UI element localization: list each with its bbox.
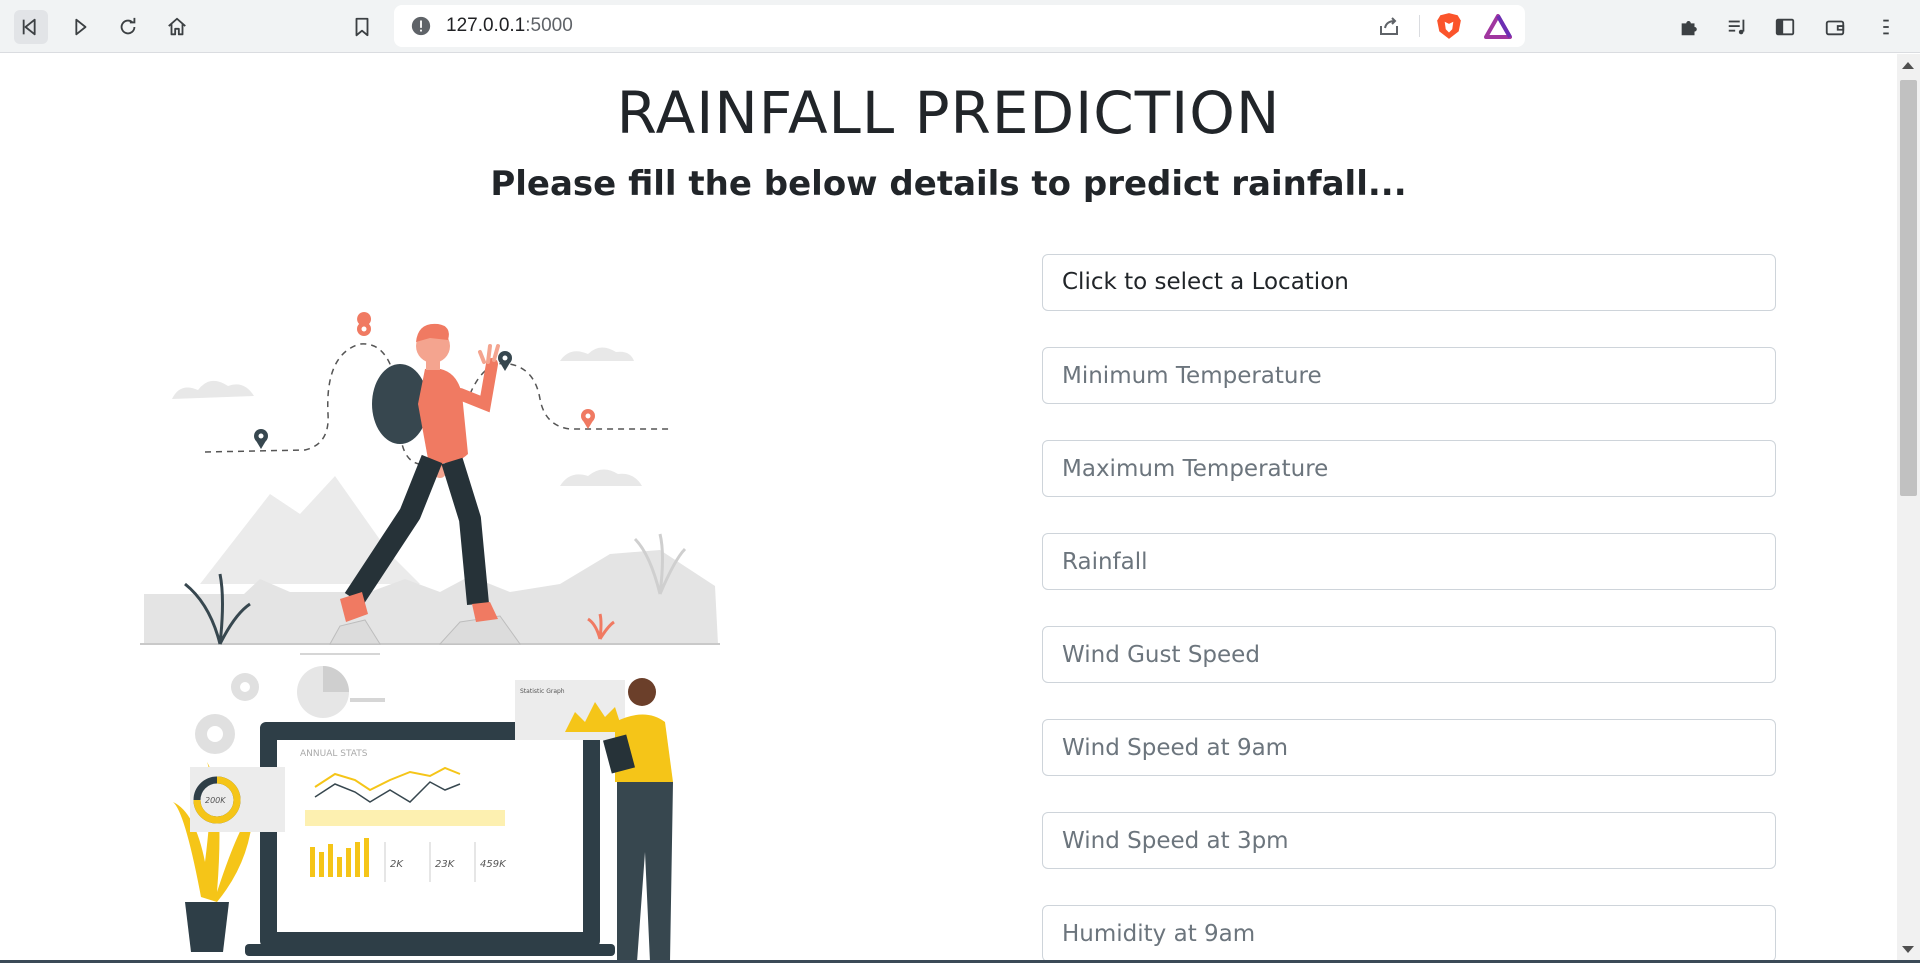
home-icon — [168, 17, 186, 36]
stat-month-value: 459K — [480, 859, 507, 870]
url-port: :5000 — [525, 15, 573, 36]
sidebar-icon — [1775, 18, 1795, 36]
stat-week-value: 23K — [435, 859, 456, 870]
annual-stats-label: ANNUAL STATS — [300, 749, 368, 759]
wallet-button[interactable] — [1818, 10, 1852, 44]
share-icon[interactable] — [1377, 14, 1401, 38]
home-button[interactable] — [160, 10, 194, 44]
forward-icon — [75, 18, 87, 36]
stat-graph-label: Statistic Graph — [520, 688, 565, 695]
page-scrollbar[interactable] — [1897, 54, 1920, 960]
browser-toolbar: 127.0.0.1:5000 — [0, 0, 1920, 53]
menu-button[interactable] — [1869, 10, 1903, 44]
media-controls-button[interactable] — [1720, 10, 1754, 44]
max-temperature-input[interactable] — [1042, 440, 1776, 497]
scrollbar-thumb[interactable] — [1900, 80, 1917, 496]
back-button[interactable] — [14, 10, 48, 44]
brave-rewards-icon[interactable] — [1484, 14, 1512, 40]
dashboard-illustration: ANNUAL STATS 2K 23K 459K 200K Statistic … — [173, 666, 673, 960]
hiker-illustration — [140, 312, 720, 655]
page-subtitle: Please fill the below details to predict… — [490, 164, 1407, 204]
bookmark-button[interactable] — [345, 10, 379, 44]
url-text[interactable]: 127.0.0.1:5000 — [446, 14, 573, 38]
location-select[interactable]: Click to select a Location — [1042, 254, 1776, 311]
address-bar[interactable]: 127.0.0.1:5000 — [394, 5, 1525, 47]
reload-icon — [120, 17, 136, 35]
reload-button[interactable] — [111, 10, 145, 44]
extensions-icon — [1681, 21, 1697, 36]
humidity-9am-input[interactable] — [1042, 905, 1776, 960]
forward-button[interactable] — [63, 10, 97, 44]
wind-speed-3pm-input[interactable] — [1042, 812, 1776, 869]
back-icon — [22, 18, 36, 36]
sidebar-button[interactable] — [1768, 10, 1802, 44]
brave-shields-icon[interactable] — [1436, 12, 1462, 40]
page-title: RAINFALL PREDICTION — [616, 79, 1281, 147]
scroll-down-arrow[interactable] — [1902, 946, 1914, 953]
wind-gust-speed-input[interactable] — [1042, 626, 1776, 683]
wallet-icon — [1825, 20, 1845, 36]
media-controls-icon — [1728, 19, 1745, 35]
address-bar-divider — [1419, 15, 1420, 37]
menu-icon — [1883, 19, 1889, 35]
stat-day-value: 2K — [390, 859, 404, 870]
wind-speed-9am-input[interactable] — [1042, 719, 1776, 776]
donut-value: 200K — [205, 796, 226, 805]
rainfall-input[interactable] — [1042, 533, 1776, 590]
scroll-up-arrow[interactable] — [1902, 62, 1914, 69]
min-temperature-input[interactable] — [1042, 347, 1776, 404]
site-info-icon[interactable] — [410, 15, 432, 37]
url-host: 127.0.0.1 — [446, 15, 526, 36]
page-content: RAINFALL PREDICTION Please fill the belo… — [0, 54, 1897, 960]
bookmark-icon — [355, 17, 369, 37]
extensions-button[interactable] — [1672, 10, 1706, 44]
